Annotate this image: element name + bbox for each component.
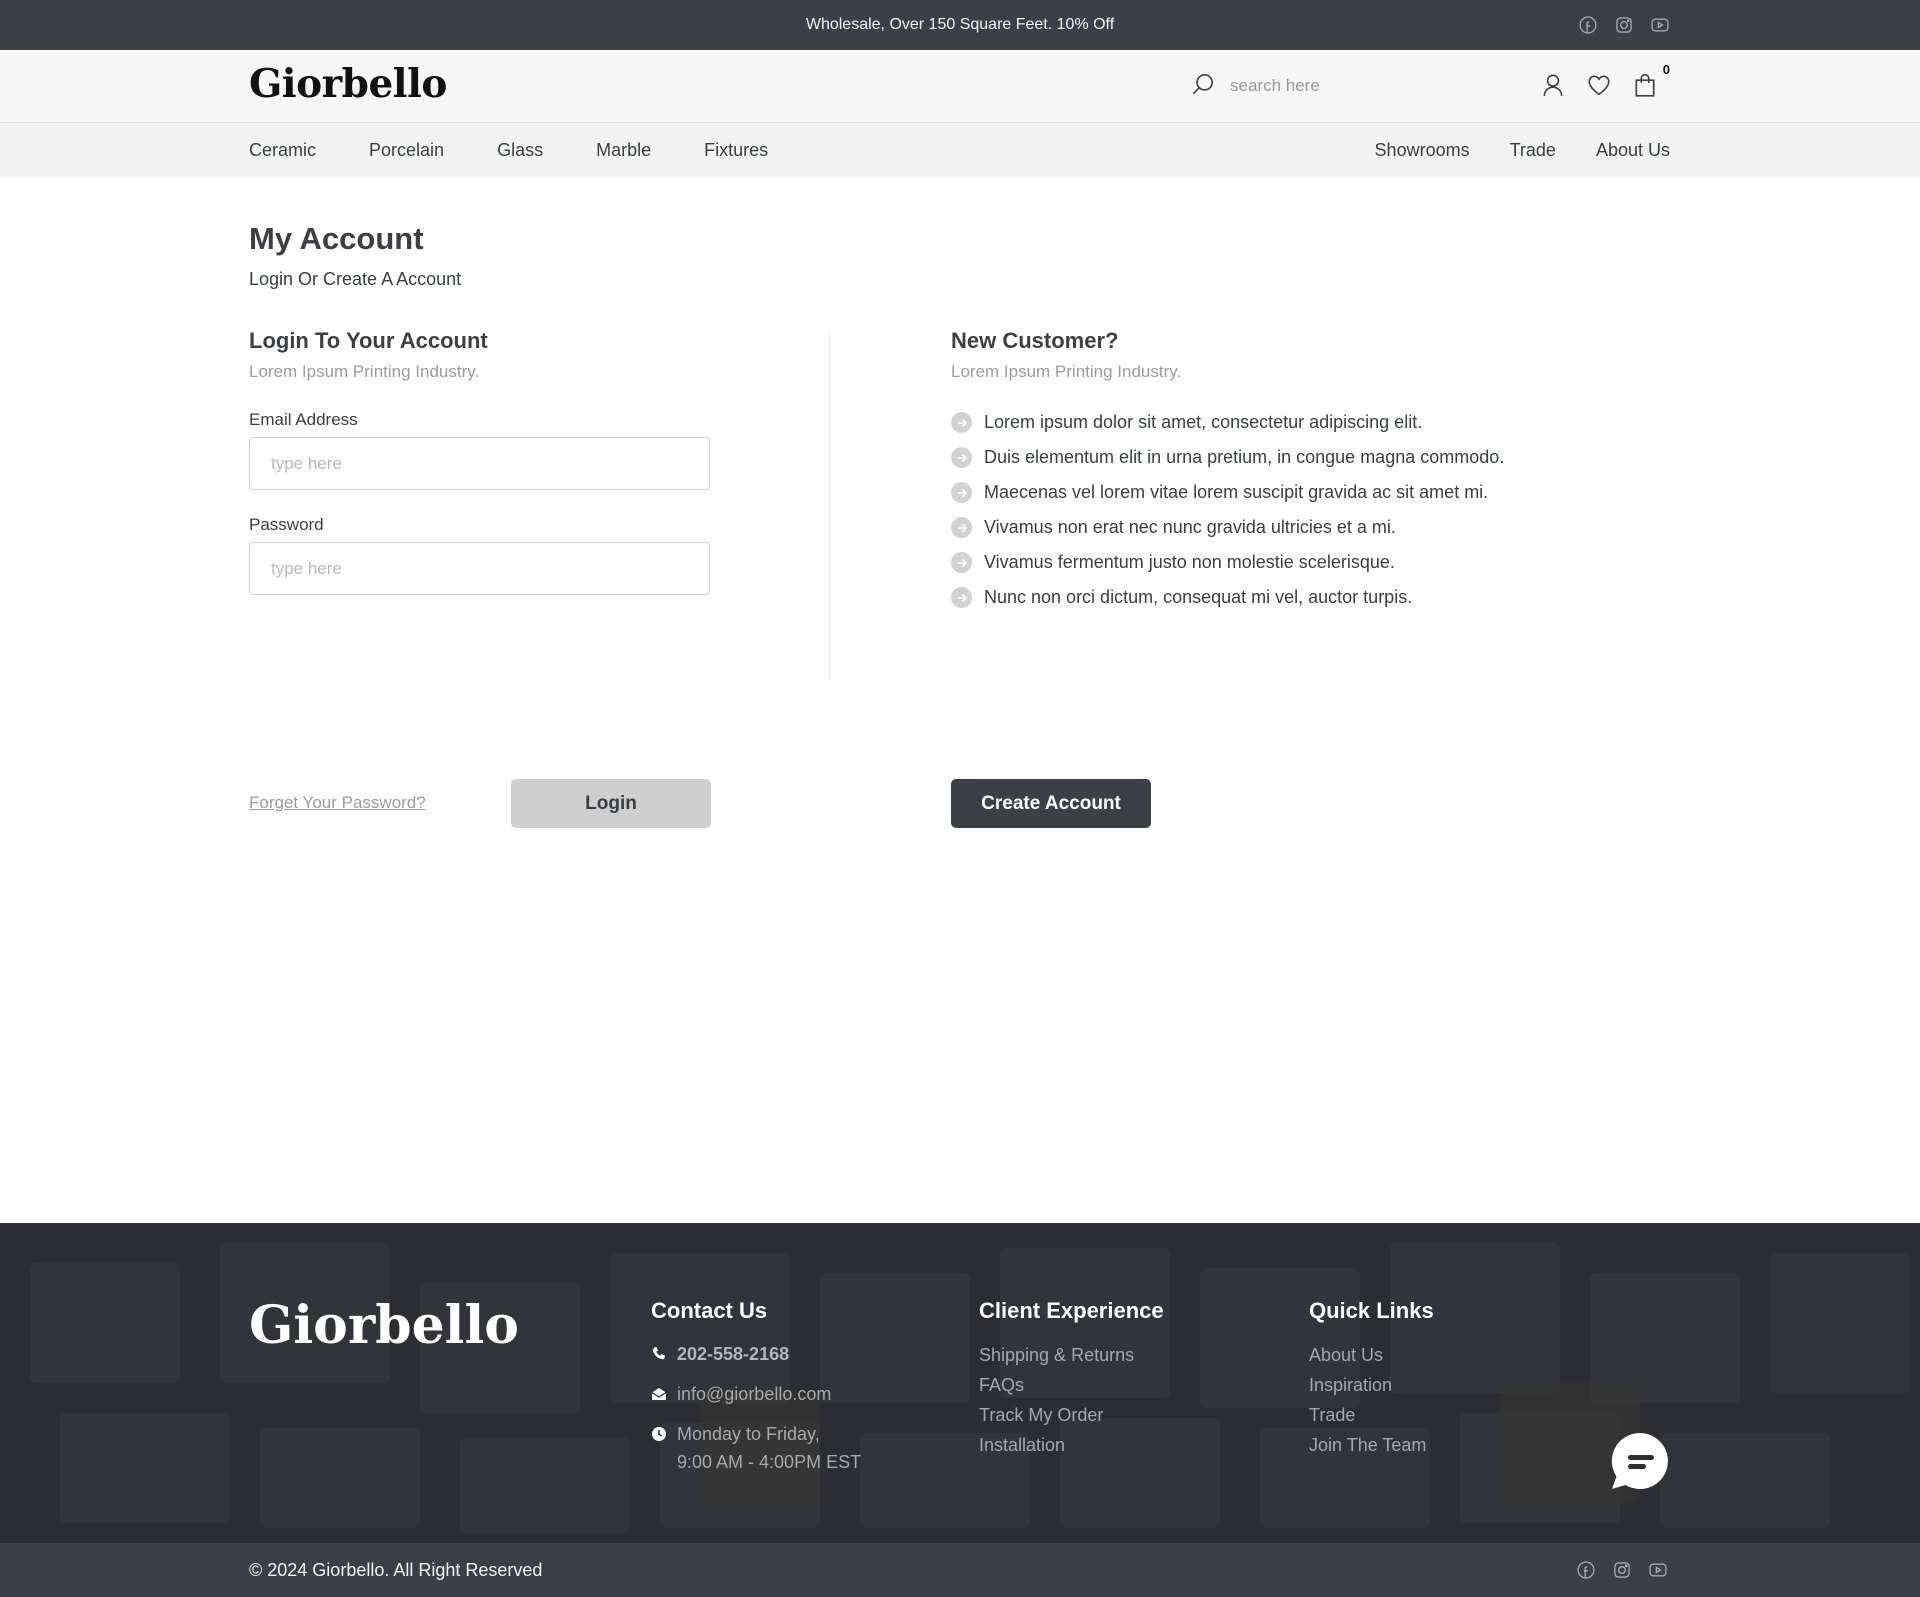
phone-icon: [652, 1347, 665, 1360]
footer-link-about-us[interactable]: About Us: [1309, 1340, 1434, 1370]
benefits-list: Lorem ipsum dolor sit amet, consectetur …: [951, 405, 1571, 615]
list-item: Vivamus fermentum justo non molestie sce…: [951, 545, 1571, 580]
footer-link-inspiration[interactable]: Inspiration: [1309, 1370, 1434, 1400]
footer-contact: Contact Us 202-558-2168 info@giorbello.c…: [651, 1298, 861, 1488]
password-label: Password: [249, 515, 324, 534]
hours-line-1: Monday to Friday,: [677, 1424, 820, 1444]
contact-phone[interactable]: 202-558-2168: [651, 1340, 861, 1368]
page-title: My Account: [249, 221, 424, 256]
topbar-social-links: [1577, 0, 1671, 50]
nav-link-trade[interactable]: Trade: [1510, 140, 1556, 161]
create-account-button[interactable]: Create Account: [951, 779, 1151, 828]
list-item: Lorem ipsum dolor sit amet, consectetur …: [951, 405, 1571, 440]
nav-link-fixtures[interactable]: Fixtures: [704, 140, 768, 161]
business-hours: Monday to Friday, 9:00 AM - 4:00PM EST: [677, 1420, 861, 1476]
site-logo[interactable]: Giorbello: [249, 61, 447, 107]
youtube-icon[interactable]: [1647, 1559, 1669, 1581]
chat-icon[interactable]: [1610, 1431, 1670, 1491]
new-customer-subtitle: Lorem Ipsum Printing Industry.: [951, 362, 1182, 381]
footer-quick-links: Quick Links About Us Inspiration Trade J…: [1309, 1298, 1434, 1460]
nav-link-about-us[interactable]: About Us: [1596, 140, 1670, 161]
phone-number: 202-558-2168: [677, 1344, 790, 1364]
stone-texture-background: [30, 1243, 1910, 1533]
footer-link-installation[interactable]: Installation: [979, 1430, 1164, 1460]
forgot-password-link[interactable]: Forget Your Password?: [249, 793, 426, 813]
login-title: Login To Your Account: [249, 328, 488, 353]
search-input[interactable]: [1230, 76, 1430, 96]
email-field[interactable]: [249, 437, 710, 490]
heart-icon[interactable]: [1586, 72, 1612, 103]
email-label: Email Address: [249, 410, 358, 429]
main-nav: Ceramic Porcelain Glass Marble Fixtures …: [0, 123, 1920, 177]
nav-link-porcelain[interactable]: Porcelain: [369, 140, 444, 161]
secondary-nav: Showrooms Trade About Us: [1375, 123, 1670, 177]
nav-link-ceramic[interactable]: Ceramic: [249, 140, 316, 161]
facebook-icon[interactable]: [1577, 14, 1599, 36]
user-icon[interactable]: [1540, 72, 1566, 103]
login-button[interactable]: Login: [511, 779, 711, 828]
cart-icon[interactable]: 0: [1632, 62, 1670, 103]
hours-line-2: 9:00 AM - 4:00PM EST: [677, 1452, 862, 1472]
site-header: Giorbello 0: [0, 50, 1920, 123]
section-divider: [829, 333, 830, 679]
copyright-text: © 2024 Giorbello. All Right Reserved: [249, 1560, 543, 1580]
new-customer-section: New Customer? Lorem Ipsum Printing Indus…: [951, 328, 1571, 828]
new-customer-title: New Customer?: [951, 328, 1119, 353]
contact-hours: Monday to Friday, 9:00 AM - 4:00PM EST: [651, 1420, 861, 1476]
cart-count-badge: 0: [1662, 62, 1670, 77]
footer-contact-title: Contact Us: [651, 1298, 768, 1323]
footer-logo[interactable]: Giorbello: [249, 1295, 519, 1356]
footer-client-experience: Client Experience Shipping & Returns FAQ…: [979, 1298, 1164, 1460]
footer-link-track-order[interactable]: Track My Order: [979, 1400, 1164, 1430]
benefit-text: Maecenas vel lorem vitae lorem suscipit …: [984, 482, 1489, 502]
footer-client-experience-title: Client Experience: [979, 1298, 1164, 1323]
mail-icon: [651, 1388, 667, 1400]
category-nav: Ceramic Porcelain Glass Marble Fixtures: [249, 123, 768, 177]
footer-link-shipping-returns[interactable]: Shipping & Returns: [979, 1340, 1164, 1370]
nav-link-showrooms[interactable]: Showrooms: [1375, 140, 1470, 161]
announcement-bar: Wholesale, Over 150 Square Feet. 10% Off: [0, 0, 1920, 50]
search-icon[interactable]: [1190, 71, 1216, 102]
list-item: Maecenas vel lorem vitae lorem suscipit …: [951, 475, 1571, 510]
footer-link-faqs[interactable]: FAQs: [979, 1370, 1164, 1400]
search-bar: [1190, 66, 1450, 106]
footer-link-trade[interactable]: Trade: [1309, 1400, 1434, 1430]
header-actions: 0: [1540, 62, 1670, 103]
nav-link-marble[interactable]: Marble: [596, 140, 651, 161]
youtube-icon[interactable]: [1649, 14, 1671, 36]
arrow-right-icon: [951, 517, 972, 538]
login-section: Login To Your Account Lorem Ipsum Printi…: [249, 328, 711, 828]
benefit-text: Nunc non orci dictum, consequat mi vel, …: [984, 587, 1413, 607]
arrow-right-icon: [951, 587, 972, 608]
benefit-text: Lorem ipsum dolor sit amet, consectetur …: [984, 412, 1423, 432]
copyright-bar: © 2024 Giorbello. All Right Reserved: [0, 1543, 1920, 1597]
page-subtitle: Login Or Create A Account: [249, 269, 462, 289]
list-item: Vivamus non erat nec nunc gravida ultric…: [951, 510, 1571, 545]
password-field[interactable]: [249, 542, 710, 595]
footer-social-links: [1575, 1543, 1669, 1597]
footer-link-join-team[interactable]: Join The Team: [1309, 1430, 1434, 1460]
benefit-text: Duis elementum elit in urna pretium, in …: [984, 447, 1505, 467]
arrow-right-icon: [951, 482, 972, 503]
arrow-right-icon: [951, 447, 972, 468]
arrow-right-icon: [951, 552, 972, 573]
facebook-icon[interactable]: [1575, 1559, 1597, 1581]
footer-quick-links-title: Quick Links: [1309, 1298, 1434, 1323]
nav-link-glass[interactable]: Glass: [497, 140, 543, 161]
login-subtitle: Lorem Ipsum Printing Industry.: [249, 362, 480, 381]
benefit-text: Vivamus non erat nec nunc gravida ultric…: [984, 517, 1396, 537]
list-item: Duis elementum elit in urna pretium, in …: [951, 440, 1571, 475]
arrow-right-icon: [951, 412, 972, 433]
email-address: info@giorbello.com: [677, 1384, 832, 1404]
contact-email[interactable]: info@giorbello.com: [651, 1380, 861, 1408]
instagram-icon[interactable]: [1613, 14, 1635, 36]
benefit-text: Vivamus fermentum justo non molestie sce…: [984, 552, 1395, 572]
clock-icon: [652, 1427, 666, 1441]
list-item: Nunc non orci dictum, consequat mi vel, …: [951, 580, 1571, 615]
site-footer: Giorbello Contact Us 202-558-2168 info@g…: [0, 1223, 1920, 1543]
account-page: My Account Login Or Create A Account Log…: [0, 177, 1920, 1223]
instagram-icon[interactable]: [1611, 1559, 1633, 1581]
